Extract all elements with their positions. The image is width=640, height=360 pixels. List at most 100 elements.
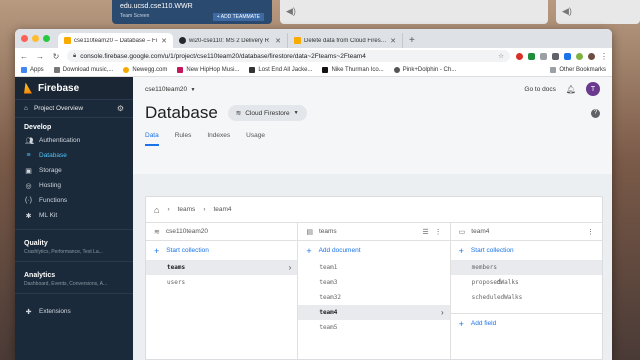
list-item[interactable]: team3 (298, 275, 449, 290)
go-to-docs-link[interactable]: Go to docs (524, 86, 555, 93)
bookmark-item[interactable]: Download music,... (53, 67, 114, 73)
add-field-button[interactable]: + Add field (451, 314, 602, 333)
firebase-favicon-icon (294, 37, 301, 44)
address-bar[interactable]: 🔒︎ console.firebase.google.com/u/1/proje… (67, 50, 510, 62)
list-item[interactable]: team5 (298, 320, 449, 335)
add-document-label: Add document (318, 247, 361, 254)
new-tab-button[interactable]: + (403, 33, 421, 48)
sidebar-item-label: ML Kit (39, 212, 58, 219)
browser-tab-docs[interactable]: Delete data from Cloud Firestore ✕ (288, 33, 403, 48)
document-column: ▭ team4 ⋮ + Start collection members propo… (450, 223, 602, 359)
list-item[interactable]: members (450, 260, 602, 275)
background-window-title: edu.ucsd.cse110.WWR (120, 3, 193, 10)
page-icon (249, 67, 256, 73)
start-collection-label: Start collection (166, 247, 209, 254)
sidebar-item-database[interactable]: ≡ Database (15, 148, 133, 163)
bookmark-label: Download music,... (62, 67, 114, 73)
breadcrumb-team4[interactable]: team4 (213, 206, 231, 213)
caret-down-icon: ▼ (189, 86, 196, 93)
tab-rules[interactable]: Rules (175, 132, 192, 146)
more-vert-icon[interactable]: ⋮ (587, 228, 594, 236)
sidebar-item-authentication[interactable]: 👥︎ Authentication (15, 133, 133, 148)
ml-kit-icon: ✱ (25, 212, 32, 220)
list-item[interactable]: proposedWalks (451, 275, 602, 290)
bookmark-item[interactable]: Newegg.com (123, 67, 167, 73)
list-item[interactable]: users (146, 275, 297, 290)
extension-icon[interactable] (552, 52, 559, 60)
analytics-subtitle: Dashboard, Events, Conversions, A... (24, 281, 108, 287)
bookmark-apps[interactable]: Apps (21, 67, 44, 73)
list-item[interactable]: team32 (298, 290, 449, 305)
close-tab-icon[interactable]: ✕ (275, 37, 281, 45)
firebase-favicon-icon (64, 37, 71, 44)
add-teammate-button: + ADD TEAMMATE (212, 13, 264, 21)
minimize-window-button[interactable] (32, 35, 39, 42)
bookmark-item[interactable]: New HipHop Musi... (177, 67, 239, 73)
browser-tab-firebase[interactable]: cse110team20 – Database – Fi ✕ (58, 33, 173, 48)
extension-icon[interactable] (576, 52, 583, 60)
page-icon (53, 67, 60, 73)
avatar[interactable]: T (586, 82, 600, 96)
start-collection-button[interactable]: + Start collection (451, 241, 602, 260)
list-item[interactable]: team4 › (298, 305, 450, 320)
sidebar-item-extensions[interactable]: ✚ Extensions (15, 304, 133, 319)
breadcrumb-teams[interactable]: teams (178, 206, 196, 213)
firebase-brand: Firebase (38, 82, 80, 94)
forward-arrow-icon[interactable]: → (35, 52, 45, 61)
tab-data[interactable]: Data (145, 132, 159, 146)
music-icon (177, 67, 184, 73)
cloud-firestore-selector[interactable]: ≋ Cloud Firestore ▼ (227, 105, 307, 121)
extension-icon[interactable] (540, 52, 547, 60)
star-icon[interactable]: ☆ (498, 52, 504, 60)
start-collection-button[interactable]: + Start collection (146, 241, 297, 260)
add-document-button[interactable]: + Add document (298, 241, 449, 260)
tab-indexes[interactable]: Indexes (207, 132, 230, 146)
extension-icons: ⋮ (516, 52, 608, 61)
add-field-label: Add field (470, 320, 497, 327)
extension-icon[interactable] (516, 52, 523, 60)
browser-tab-github[interactable]: wi20-cse110: MS 2 Delivery R ✕ (173, 33, 288, 48)
develop-section-title[interactable]: Develop (15, 118, 133, 133)
extension-icon[interactable] (564, 52, 571, 60)
sidebar-item-hosting[interactable]: ◎ Hosting (15, 178, 133, 193)
quality-section-title[interactable]: Quality (15, 230, 133, 249)
project-selector[interactable]: cse110team20 ▼ (145, 86, 196, 93)
maximize-window-button[interactable] (43, 35, 50, 42)
plus-icon: + (306, 245, 312, 256)
plus-icon: + (154, 245, 160, 256)
more-vert-icon[interactable]: ⋮ (600, 52, 608, 61)
bell-icon[interactable]: 🔔︎ (566, 85, 576, 94)
list-item[interactable]: teams › (146, 260, 298, 275)
filter-icon[interactable]: ☰ (422, 228, 428, 236)
database-tabs: Data Rules Indexes Usage (145, 132, 600, 146)
sidebar-item-ml-kit[interactable]: ✱ ML Kit (15, 208, 133, 223)
bookmark-item[interactable]: Pink+Dolphin - Ch... (393, 67, 456, 73)
list-item[interactable]: scheduledWalks (451, 290, 602, 305)
close-window-button[interactable] (21, 35, 28, 42)
bookmark-item[interactable]: Nike Thurman Ico... (322, 67, 384, 73)
list-item[interactable]: team1 (298, 260, 449, 275)
sidebar-item-label: Hosting (39, 182, 62, 189)
analytics-section-title[interactable]: Analytics (15, 262, 133, 281)
extension-icon[interactable] (528, 52, 535, 60)
help-icon[interactable]: ? (591, 108, 600, 118)
back-arrow-icon[interactable]: ← (19, 52, 29, 61)
sidebar: Firebase ⌂ Project Overview ⚙ Develop 👥︎… (15, 77, 133, 360)
bookmark-item[interactable]: Lost End All Jacke... (249, 67, 312, 73)
document-id: team5 (319, 324, 338, 331)
close-tab-icon[interactable]: ✕ (161, 37, 167, 45)
close-tab-icon[interactable]: ✕ (390, 37, 396, 45)
sidebar-item-storage[interactable]: ▣ Storage (15, 163, 133, 178)
profile-avatar[interactable] (588, 52, 595, 60)
other-bookmarks[interactable]: Other Bookmarks (550, 67, 606, 73)
project-overview-link[interactable]: ⌂ Project Overview ⚙ (15, 100, 133, 118)
firebase-header[interactable]: Firebase (15, 77, 133, 100)
sidebar-item-functions[interactable]: (·) Functions (15, 193, 133, 208)
firestore-icon: ≋ (154, 228, 160, 236)
tab-usage[interactable]: Usage (246, 132, 265, 146)
gear-icon[interactable]: ⚙ (117, 104, 124, 113)
browser-window: cse110team20 – Database – Fi ✕ wi20-cse1… (15, 29, 612, 360)
home-icon[interactable]: ⌂ (154, 205, 159, 215)
more-vert-icon[interactable]: ⋮ (435, 228, 442, 236)
reload-icon[interactable]: ↻ (51, 52, 61, 61)
